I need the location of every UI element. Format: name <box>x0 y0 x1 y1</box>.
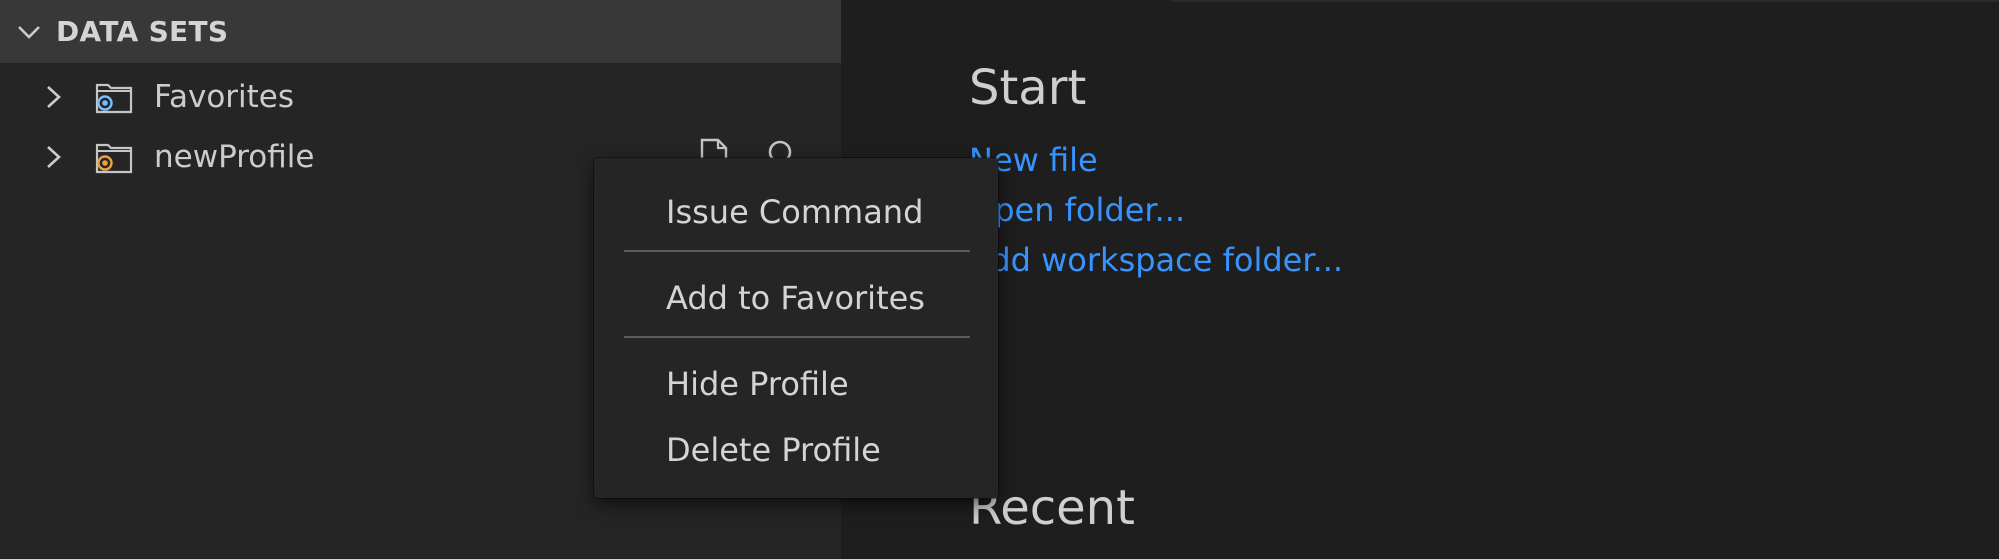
menu-item-delete-profile[interactable]: Delete Profile <box>594 424 998 476</box>
tree-item-label: Favorites <box>154 79 295 115</box>
welcome-editor: Start New file Open folder... Add worksp… <box>841 0 1999 559</box>
context-menu: Issue Command Add to Favorites Hide Prof… <box>594 158 998 498</box>
menu-item-label: Issue Command <box>666 193 924 231</box>
data-sets-section-header[interactable]: DATA SETS <box>0 0 841 63</box>
open-folder-link[interactable]: Open folder... <box>969 194 1185 226</box>
menu-separator <box>624 250 970 252</box>
chevron-down-icon <box>18 25 40 39</box>
section-title: DATA SETS <box>56 15 229 48</box>
chevron-right-icon[interactable] <box>42 82 66 112</box>
menu-item-hide-profile[interactable]: Hide Profile <box>594 358 998 410</box>
chevron-right-icon[interactable] <box>42 142 66 172</box>
menu-item-issue-command[interactable]: Issue Command <box>594 186 998 238</box>
folder-favorites-icon <box>95 83 133 114</box>
folder-profile-icon <box>95 143 133 174</box>
menu-item-add-to-favorites[interactable]: Add to Favorites <box>594 272 998 324</box>
editor-divider <box>1171 0 1999 2</box>
menu-separator <box>624 336 970 338</box>
menu-item-label: Delete Profile <box>666 431 881 469</box>
start-heading: Start <box>969 60 1087 116</box>
tree-item-favorites[interactable]: Favorites <box>0 68 841 126</box>
menu-item-label: Add to Favorites <box>666 279 925 317</box>
add-workspace-folder-link[interactable]: Add workspace folder... <box>969 244 1343 276</box>
tree-item-label: newProfile <box>154 139 315 175</box>
menu-item-label: Hide Profile <box>666 365 849 403</box>
